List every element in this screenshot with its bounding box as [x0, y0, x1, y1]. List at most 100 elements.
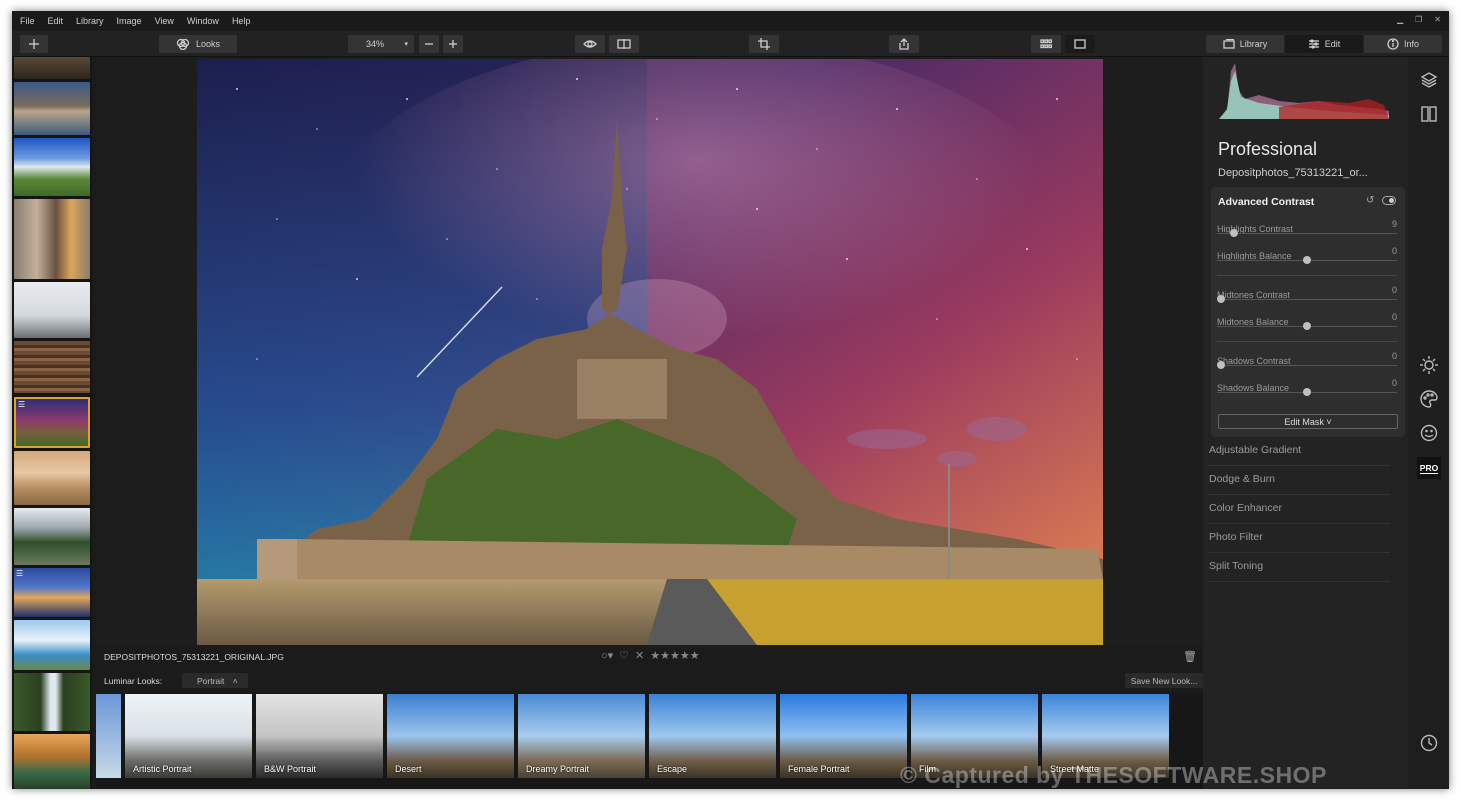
filter-name: Split Toning — [1209, 560, 1264, 572]
preview-button[interactable] — [575, 35, 605, 53]
reject-icon[interactable]: ✕ — [635, 649, 644, 662]
zoom-out-button[interactable] — [419, 35, 439, 53]
look-artistic-portrait[interactable]: Artistic Portrait — [125, 694, 252, 778]
app-window: File Edit Library Image View Window Help… — [12, 11, 1449, 789]
thumbnail[interactable] — [14, 282, 90, 338]
thumbnail[interactable] — [14, 673, 90, 731]
look-thumbnail[interactable] — [96, 694, 121, 778]
slider-value: 0 — [1391, 351, 1397, 361]
midtones-contrast-slider[interactable]: Midtones Contrast 0 — [1217, 285, 1397, 303]
share-button[interactable] — [889, 35, 919, 53]
visibility-toggle-icon[interactable] — [1382, 196, 1396, 205]
menu-file[interactable]: File — [20, 16, 35, 26]
looks-category-select[interactable]: Portrait ˄ — [182, 673, 248, 688]
star-rating[interactable]: ★★★★★ — [650, 649, 699, 662]
look-label: B&W Portrait — [264, 764, 317, 774]
pro-icon[interactable]: PRO — [1417, 457, 1441, 479]
sun-icon[interactable] — [1420, 356, 1438, 374]
restore-icon[interactable]: ❐ — [1415, 15, 1422, 24]
slider-knob[interactable] — [1217, 295, 1225, 303]
edited-badge-icon: ☰ — [16, 569, 24, 578]
watermark: © Captured by THESOFTWARE.SHOP — [900, 762, 1327, 788]
thumbnail[interactable] — [14, 508, 90, 565]
photo-filename: DEPOSITPHOTOS_75313221_ORIGINAL.JPG — [104, 652, 284, 662]
menu-window[interactable]: Window — [187, 16, 219, 26]
slider-value: 0 — [1391, 246, 1397, 256]
reset-icon[interactable]: ↺ — [1366, 195, 1374, 206]
filter-split-toning[interactable]: Split Toning — [1209, 553, 1390, 582]
edit-mask-button[interactable]: Edit Mask ˅ — [1218, 414, 1398, 429]
trash-icon[interactable]: 🗑 — [1183, 650, 1197, 663]
slider-knob[interactable] — [1230, 229, 1238, 237]
plus-icon — [29, 39, 39, 49]
filter-photo-filter[interactable]: Photo Filter — [1209, 524, 1390, 553]
crop-button[interactable] — [749, 35, 779, 53]
main-photo[interactable] — [197, 59, 1103, 645]
thumbnail[interactable] — [14, 341, 90, 393]
shadows-contrast-slider[interactable]: Shadows Contrast 0 — [1217, 351, 1397, 369]
thumbnail[interactable] — [14, 82, 90, 135]
slider-knob[interactable] — [1217, 361, 1225, 369]
plus-icon — [449, 40, 457, 48]
look-female-portrait[interactable]: Female Portrait — [780, 694, 907, 778]
thumbnail[interactable] — [14, 620, 90, 670]
zoom-select[interactable]: 34% ▾ — [348, 35, 414, 53]
tab-edit[interactable]: Edit — [1285, 35, 1363, 53]
looks-icon — [176, 38, 190, 50]
slider-knob[interactable] — [1303, 256, 1311, 264]
section-divider — [1217, 275, 1397, 276]
menu-library[interactable]: Library — [76, 16, 104, 26]
tab-info[interactable]: Info — [1364, 35, 1442, 53]
rating-controls: ○▾ ♡ ✕ ★★★★★ — [601, 649, 700, 662]
thumbnail[interactable] — [14, 138, 90, 196]
look-desert[interactable]: Desert — [387, 694, 514, 778]
history-icon[interactable] — [1420, 734, 1438, 752]
menu-image[interactable]: Image — [117, 16, 142, 26]
grid-view-button[interactable] — [1031, 35, 1061, 53]
midtones-balance-slider[interactable]: Midtones Balance 0 — [1217, 312, 1397, 330]
filter-name: Photo Filter — [1209, 531, 1263, 543]
tab-info-label: Info — [1403, 39, 1419, 49]
smile-icon[interactable] — [1420, 424, 1438, 442]
thumbnail[interactable] — [14, 451, 90, 505]
menu-view[interactable]: View — [155, 16, 174, 26]
thumbnail[interactable] — [14, 199, 90, 279]
look-label: Desert — [395, 764, 422, 774]
compare-button[interactable] — [609, 35, 639, 53]
highlights-balance-slider[interactable]: Highlights Balance 0 — [1217, 246, 1397, 264]
slider-knob[interactable] — [1303, 388, 1311, 396]
compare-icon[interactable] — [1420, 105, 1438, 123]
slider-value: 0 — [1391, 285, 1397, 295]
filter-color-enhancer[interactable]: Color Enhancer — [1209, 495, 1390, 524]
highlights-contrast-slider[interactable]: Highlights Contrast 9 — [1217, 219, 1397, 237]
filter-adjustable-gradient[interactable]: Adjustable Gradient — [1209, 437, 1390, 466]
thumbnail-selected[interactable]: ☰ — [14, 397, 90, 448]
shadows-balance-slider[interactable]: Shadows Balance 0 — [1217, 378, 1397, 396]
look-bw-portrait[interactable]: B&W Portrait — [256, 694, 383, 778]
thumbnail[interactable] — [14, 734, 90, 789]
filter-dodge-burn[interactable]: Dodge & Burn — [1209, 466, 1390, 495]
edit-panel: Professional Depositphotos_75313221_or..… — [1203, 57, 1408, 789]
look-dreamy-portrait[interactable]: Dreamy Portrait — [518, 694, 645, 778]
looks-button[interactable]: Looks — [159, 35, 237, 53]
single-view-button[interactable] — [1065, 35, 1095, 53]
look-escape[interactable]: Escape — [649, 694, 776, 778]
close-icon[interactable]: ✕ — [1434, 15, 1441, 24]
color-label-icon[interactable]: ○▾ — [601, 649, 613, 662]
menu-edit[interactable]: Edit — [48, 16, 64, 26]
thumbnail[interactable] — [14, 57, 90, 79]
layers-icon[interactable] — [1420, 71, 1438, 89]
heart-icon[interactable]: ♡ — [619, 649, 629, 662]
palette-icon[interactable] — [1420, 390, 1438, 408]
zoom-in-button[interactable] — [443, 35, 463, 53]
info-icon — [1387, 38, 1399, 50]
tab-library[interactable]: Library — [1206, 35, 1284, 53]
menu-help[interactable]: Help — [232, 16, 251, 26]
save-new-look-button[interactable]: Save New Look... — [1125, 673, 1203, 688]
add-button[interactable] — [20, 35, 48, 53]
thumbnail[interactable]: ☰ — [14, 568, 90, 617]
grid-icon — [1040, 39, 1052, 49]
minimize-icon[interactable]: ▁ — [1397, 15, 1403, 24]
slider-knob[interactable] — [1303, 322, 1311, 330]
filter-title: Advanced Contrast — [1218, 196, 1315, 208]
